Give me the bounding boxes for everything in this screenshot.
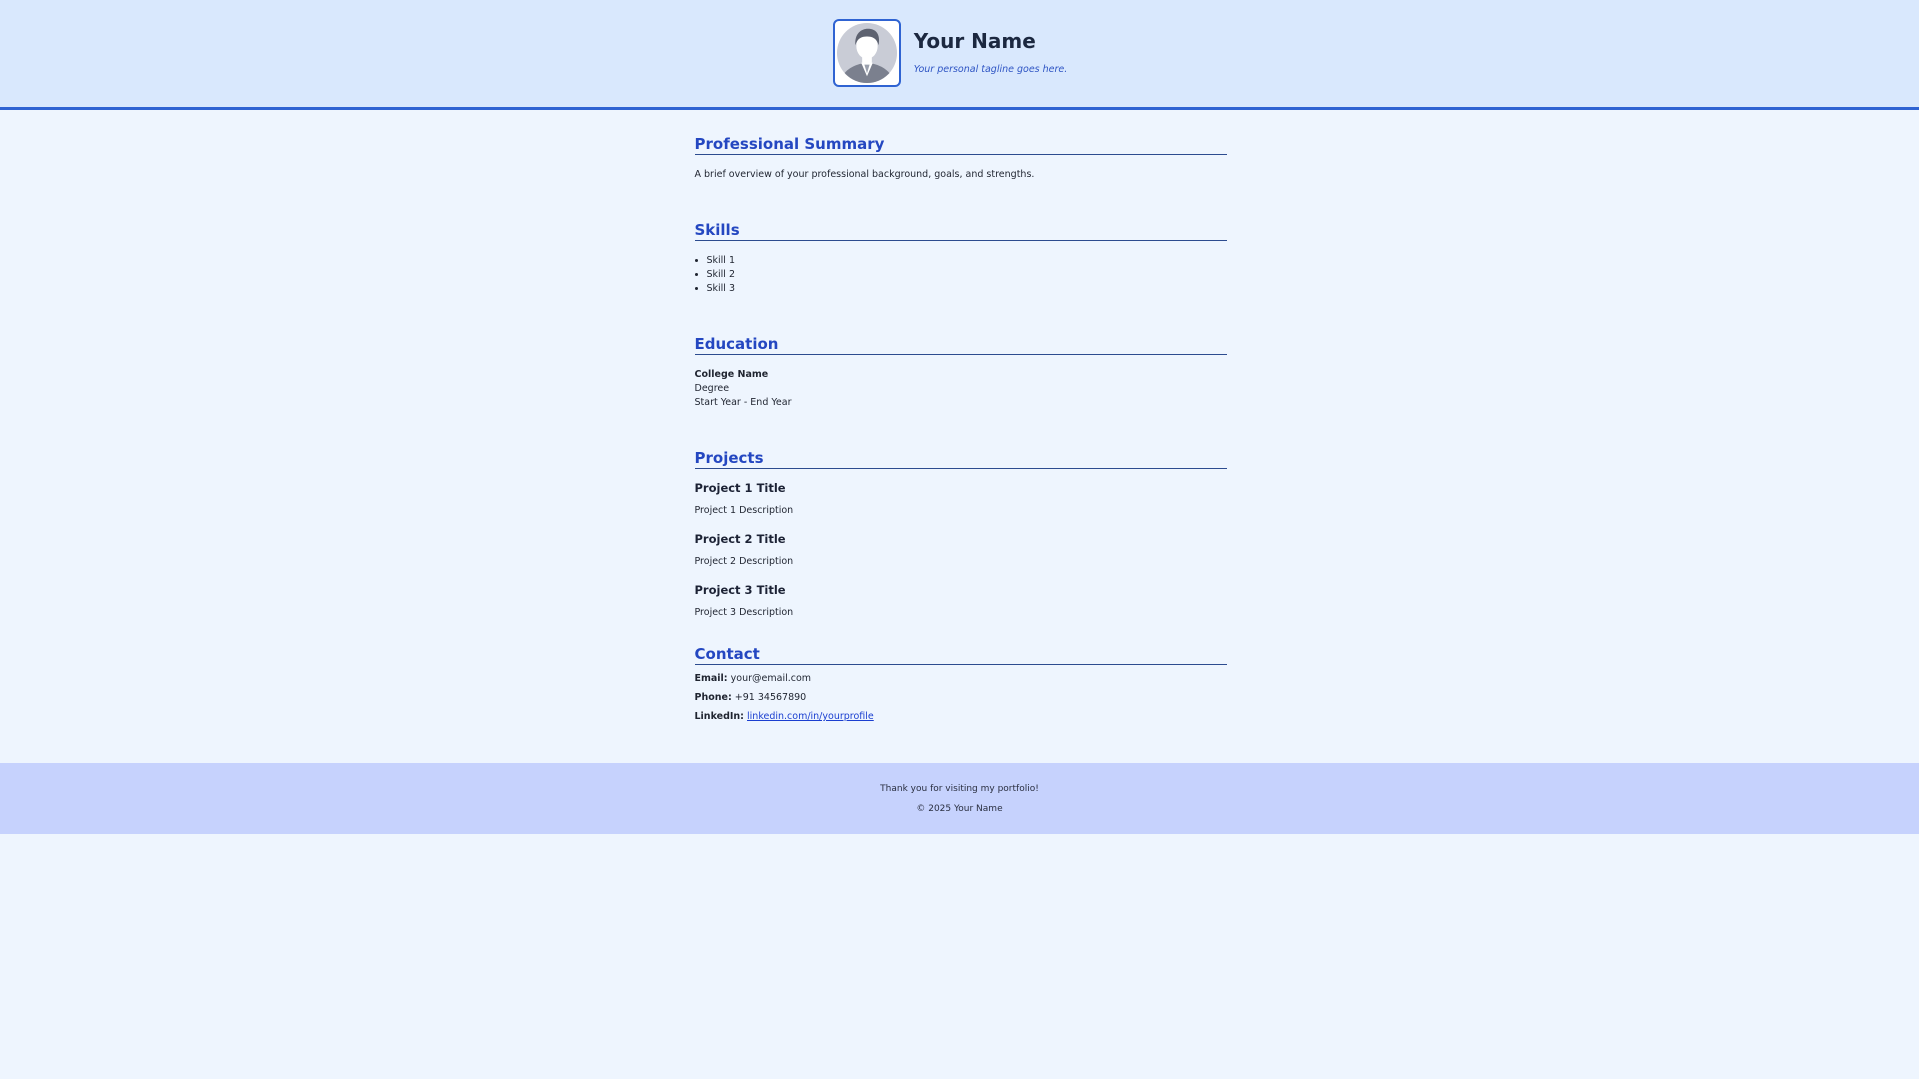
contact-section: Contact Email: your@email.com Phone: +91… (694, 645, 1227, 724)
linkedin-link[interactable]: linkedin.com/in/yourprofile (747, 711, 874, 722)
project-item: Project 3 Title Project 3 Description (695, 583, 1227, 620)
main-content: Professional Summary A brief overview of… (694, 110, 1227, 724)
contact-heading: Contact (694, 645, 1227, 665)
footer-thanks: Thank you for visiting my portfolio! (880, 783, 1039, 794)
footer-copyright: © 2025 Your Name (916, 803, 1003, 814)
header-text: Your Name Your personal tagline goes her… (914, 29, 1068, 77)
project-title: Project 3 Title (694, 583, 786, 597)
project-description: Project 1 Description (694, 505, 794, 516)
list-item: Skill 1 (707, 254, 1227, 268)
college-name: College Name (694, 369, 769, 380)
project-description: Project 2 Description (694, 556, 794, 567)
projects-section: Projects Project 1 Title Project 1 Descr… (694, 449, 1227, 620)
email-value: your@email.com (730, 673, 812, 684)
tagline: Your personal tagline goes here. (913, 63, 1068, 75)
email-label: Email: (694, 673, 728, 684)
site-footer: Thank you for visiting my portfolio! © 2… (0, 763, 1919, 834)
contact-email: Email: your@email.com (695, 672, 1227, 686)
degree: Degree (694, 383, 730, 394)
education-years: Start Year - End Year (694, 397, 792, 408)
linkedin-label: LinkedIn: (694, 711, 744, 722)
page-title: Your Name (913, 28, 1036, 53)
contact-phone: Phone: +91 34567890 (695, 691, 1227, 705)
skills-section: Skills Skill 1 Skill 2 Skill 3 (694, 221, 1227, 296)
avatar-image (836, 22, 897, 83)
skills-list: Skill 1 Skill 2 Skill 3 (695, 254, 1227, 296)
site-header: Your Name Your personal tagline goes her… (0, 0, 1919, 110)
education-heading: Education (694, 335, 1227, 355)
summary-text: A brief overview of your professional ba… (694, 169, 1035, 180)
summary-section: Professional Summary A brief overview of… (694, 135, 1227, 182)
list-item: Skill 3 (707, 282, 1227, 296)
phone-value: +91 34567890 (734, 692, 807, 703)
project-title: Project 1 Title (694, 481, 786, 495)
header-inner: Your Name Your personal tagline goes her… (832, 18, 1068, 87)
project-item: Project 2 Title Project 2 Description (695, 532, 1227, 569)
phone-label: Phone: (694, 692, 732, 703)
project-description: Project 3 Description (694, 607, 794, 618)
education-section: Education College Name Degree Start Year… (694, 335, 1227, 410)
summary-heading: Professional Summary (694, 135, 1227, 155)
list-item: Skill 2 (707, 268, 1227, 282)
project-title: Project 2 Title (694, 532, 786, 546)
project-item: Project 1 Title Project 1 Description (695, 481, 1227, 518)
person-avatar-icon (832, 18, 901, 87)
skills-heading: Skills (694, 221, 1227, 241)
projects-heading: Projects (694, 449, 1227, 469)
contact-linkedin: LinkedIn: linkedin.com/in/yourprofile (695, 710, 1227, 724)
